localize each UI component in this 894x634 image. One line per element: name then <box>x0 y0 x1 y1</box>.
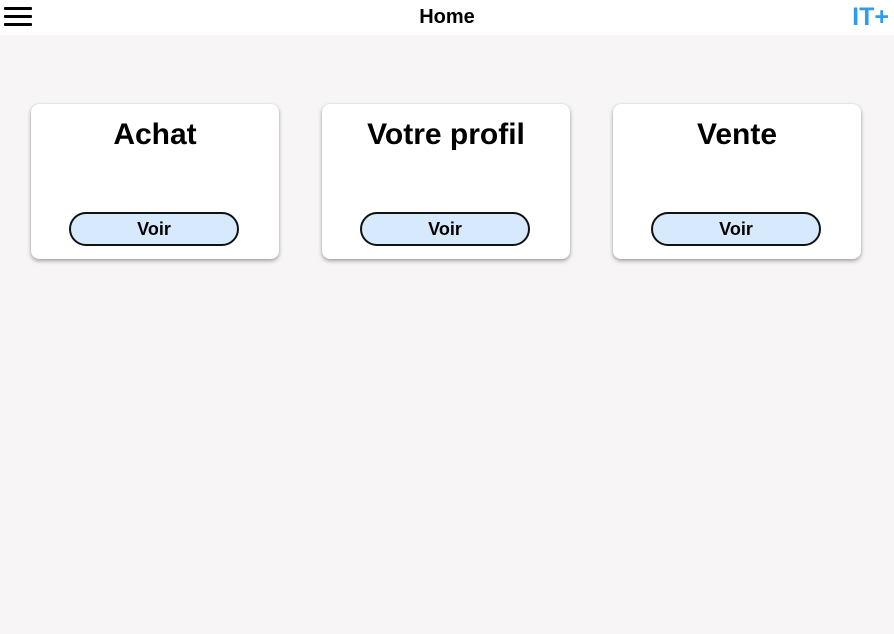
voir-vente-button[interactable]: Voir <box>651 212 821 246</box>
page-title: Home <box>419 6 475 28</box>
brand-logo[interactable]: IT+ <box>852 2 889 32</box>
top-bar: Home IT+ <box>0 0 894 35</box>
card-vente: Vente Voir <box>613 104 861 259</box>
card-votre-profil: Votre profil Voir <box>322 104 570 259</box>
card-title: Votre profil <box>367 118 525 151</box>
card-achat: Achat Voir <box>31 104 279 259</box>
card-title: Vente <box>696 118 778 151</box>
voir-profil-button[interactable]: Voir <box>360 212 530 246</box>
card-title: Achat <box>113 118 197 151</box>
card-grid: Achat Voir Votre profil Voir Vente Voir <box>31 104 862 260</box>
voir-achat-button[interactable]: Voir <box>69 212 239 246</box>
